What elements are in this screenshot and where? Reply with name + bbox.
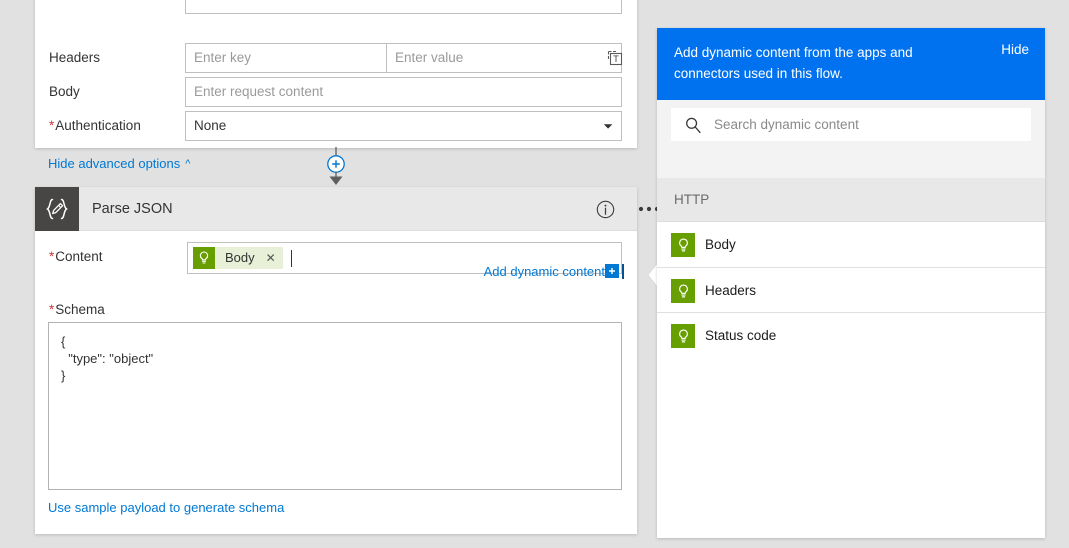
schema-editor[interactable]: { "type": "object" } <box>48 322 622 490</box>
required-asterisk: * <box>49 249 55 264</box>
dynamic-content-panel: Add dynamic content from the apps and co… <box>657 28 1045 538</box>
required-asterisk: * <box>49 118 55 133</box>
dynamic-content-banner-text: Add dynamic content from the apps and co… <box>674 45 913 81</box>
body-input[interactable]: Enter request content <box>185 77 622 107</box>
list-item-label: Body <box>705 237 736 252</box>
hide-panel-button[interactable]: Hide <box>1001 42 1029 57</box>
list-filler <box>657 357 1045 538</box>
lightbulb-token-icon <box>671 233 695 257</box>
headers-label: Headers <box>49 43 100 73</box>
info-circle-icon[interactable] <box>583 187 627 231</box>
dynamic-token-body[interactable]: Body ✕ <box>193 247 283 269</box>
headers-value-input[interactable]: Enter value <box>386 43 622 73</box>
required-asterisk: * <box>49 302 55 317</box>
dynamic-token-label: Body <box>225 250 255 265</box>
body-label: Body <box>49 77 80 107</box>
dynamic-content-caret <box>622 264 624 279</box>
uri-field[interactable] <box>185 0 622 14</box>
group-header-label: HTTP <box>674 192 710 207</box>
parse-json-card-header: Parse JSON <box>35 187 660 231</box>
use-sample-payload-label: Use sample payload to generate schema <box>48 500 285 515</box>
authentication-value: None <box>194 118 227 133</box>
headers-row: Headers Enter key Enter value T <box>35 43 637 73</box>
group-header-http: HTTP <box>657 178 1045 222</box>
json-braces-pencil-icon <box>35 187 79 231</box>
close-icon[interactable]: ✕ <box>263 244 279 272</box>
dynamic-content-icon[interactable] <box>605 264 619 278</box>
schema-editor-text: { "type": "object" } <box>61 334 154 383</box>
list-item-label: Headers <box>705 283 757 298</box>
insert-token-icon[interactable]: T <box>606 49 624 67</box>
body-placeholder: Enter request content <box>194 84 324 99</box>
authentication-row: *Authentication None ⏷ <box>35 111 637 141</box>
chevron-up-icon: ^ <box>185 158 191 170</box>
list-item-label: Status code <box>705 328 777 343</box>
lightbulb-token-icon <box>671 279 695 303</box>
authentication-label-text: Authentication <box>55 118 141 133</box>
svg-text:T: T <box>613 54 619 64</box>
list-item[interactable]: Headers <box>657 267 1045 312</box>
authentication-label: *Authentication <box>49 111 141 141</box>
add-dynamic-content-label: Add dynamic content <box>483 264 605 279</box>
lightbulb-token-icon <box>193 247 215 269</box>
search-icon <box>684 116 702 134</box>
schema-label-text: Schema <box>55 302 105 317</box>
use-sample-payload-link[interactable]: Use sample payload to generate schema <box>48 500 284 515</box>
headers-label-text: Headers <box>49 50 101 65</box>
add-dynamic-content-link[interactable]: Add dynamic content <box>484 264 605 279</box>
chevron-down-icon: ⏷ <box>603 119 613 133</box>
schema-label: *Schema <box>49 295 105 325</box>
search-dynamic-content-box[interactable] <box>671 108 1031 141</box>
hide-advanced-options-link[interactable]: Hide advanced options ^ <box>48 156 190 171</box>
headers-key-placeholder: Enter key <box>194 50 252 65</box>
list-item[interactable]: Body <box>657 222 1045 267</box>
parse-json-title: Parse JSON <box>92 201 173 217</box>
lightbulb-token-icon <box>671 324 695 348</box>
content-label: *Content <box>49 242 103 272</box>
dynamic-content-list: Body Headers Status code <box>657 222 1045 357</box>
hide-advanced-options-label: Hide advanced options <box>48 156 181 171</box>
body-row: Body Enter request content <box>35 77 637 107</box>
add-step-connector <box>319 147 353 187</box>
http-action-card: Headers Enter key Enter value T Body Ent… <box>35 0 637 171</box>
dynamic-content-banner: Add dynamic content from the apps and co… <box>657 28 1045 100</box>
content-label-text: Content <box>55 249 103 264</box>
search-input[interactable] <box>712 109 1022 140</box>
headers-value-placeholder: Enter value <box>395 50 464 65</box>
authentication-select[interactable]: None ⏷ <box>185 111 622 141</box>
list-item[interactable]: Status code <box>657 312 1045 357</box>
parse-json-card: Parse JSON *Content Body ✕ Add dynamic c… <box>35 187 660 534</box>
body-label-text: Body <box>49 84 80 99</box>
flow-designer-canvas: Headers Enter key Enter value T Body Ent… <box>0 0 1069 548</box>
headers-key-input[interactable]: Enter key <box>185 43 387 73</box>
text-caret <box>291 250 292 267</box>
